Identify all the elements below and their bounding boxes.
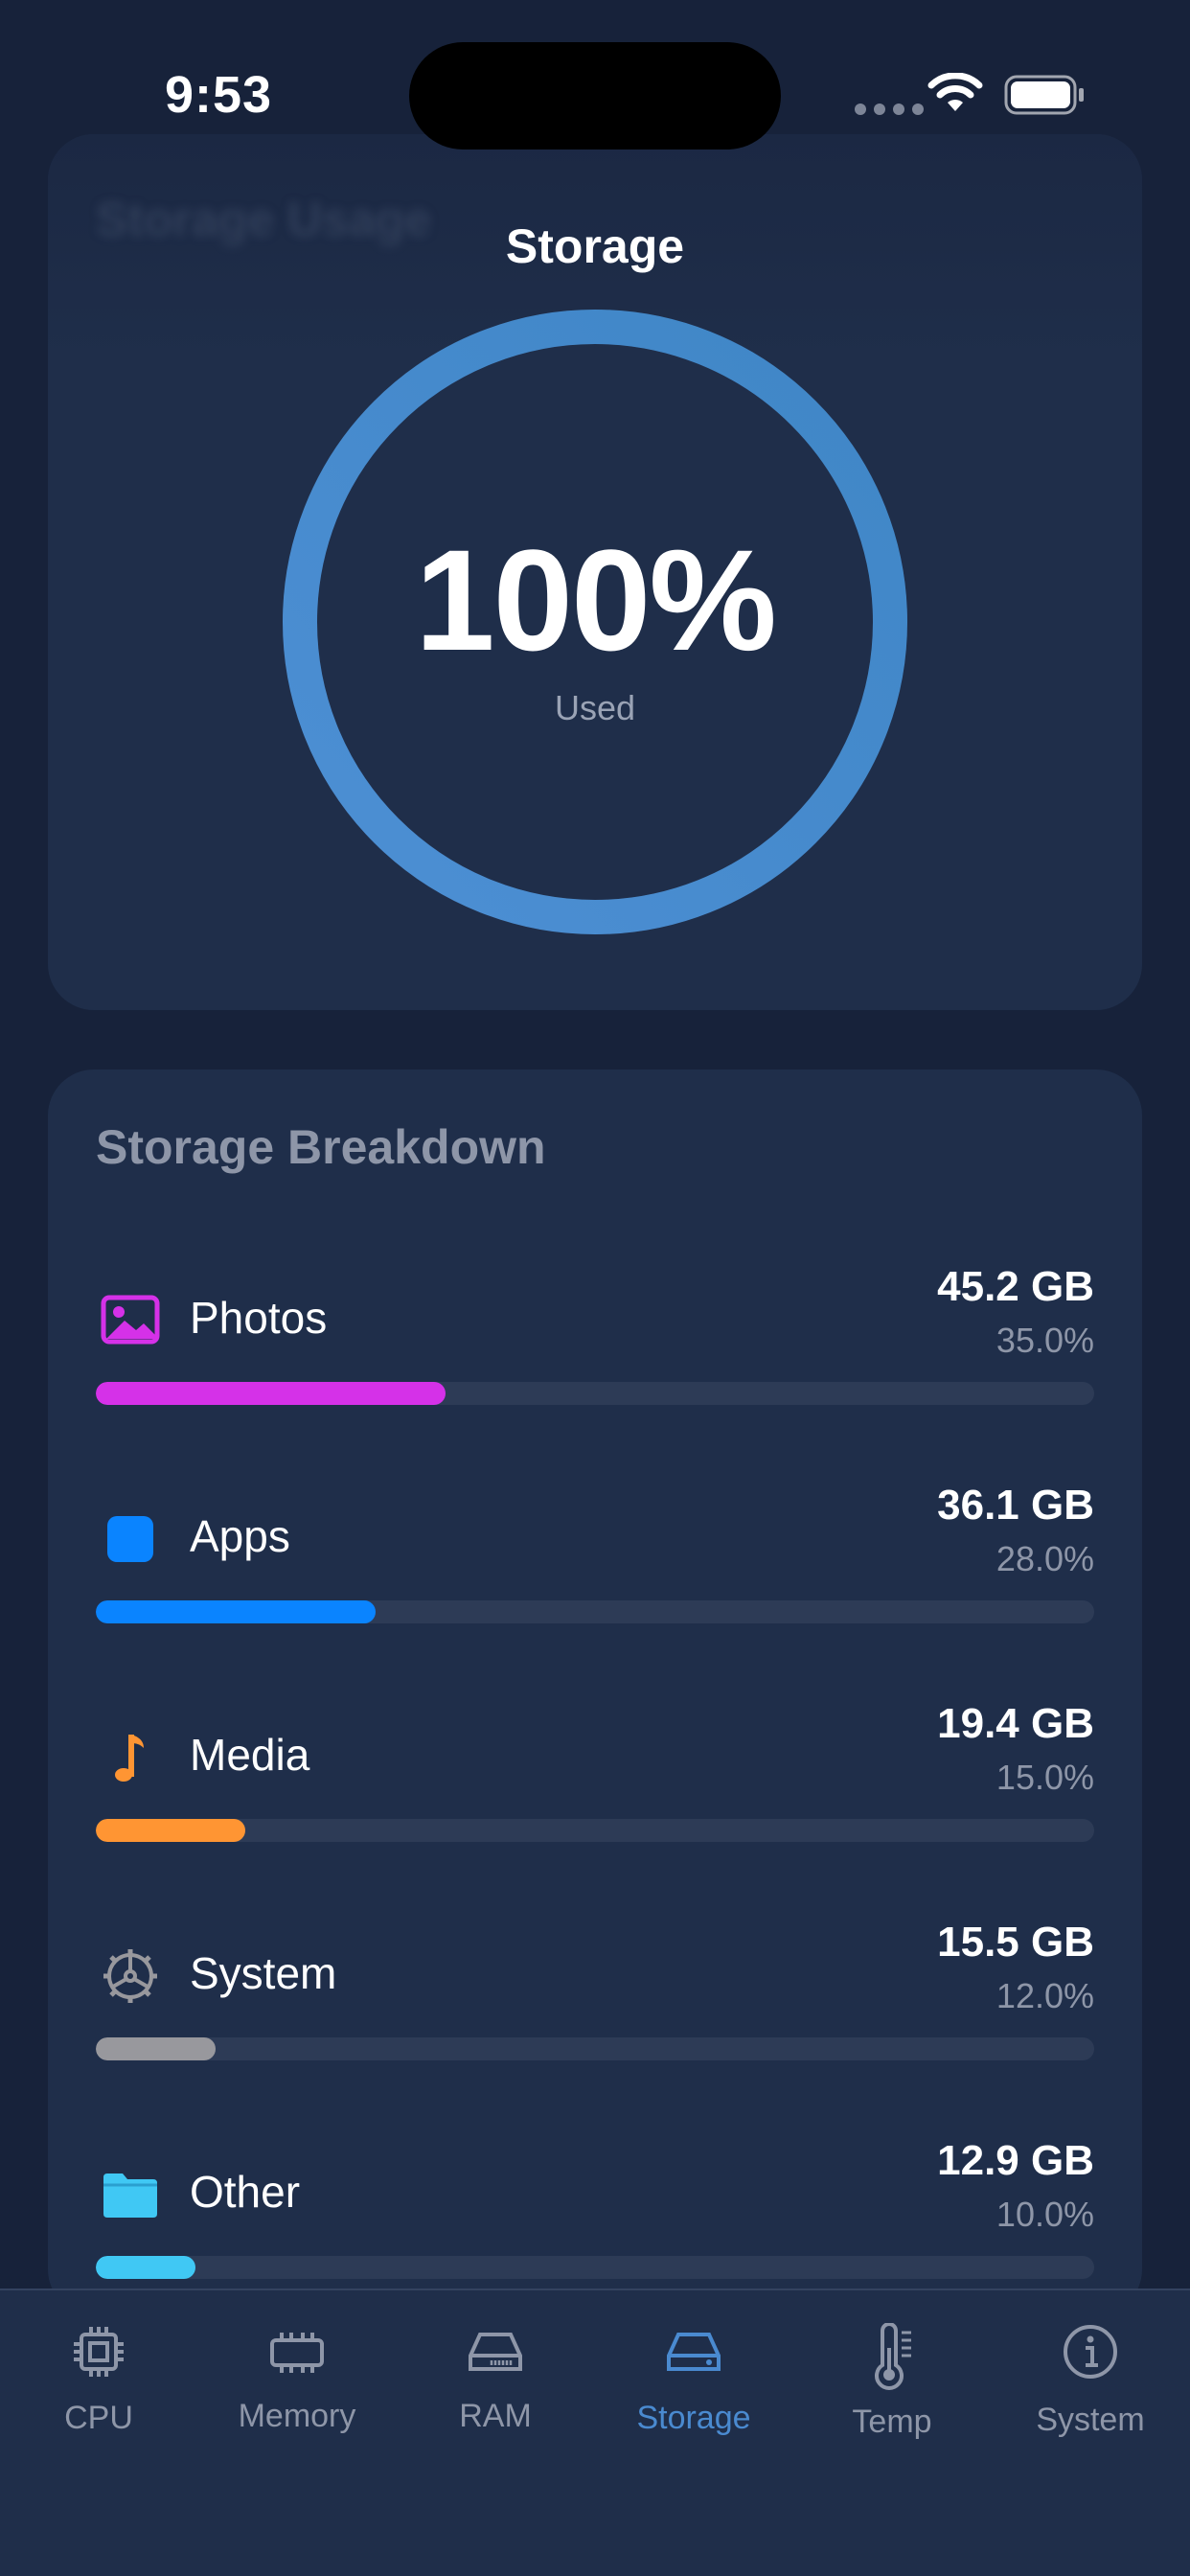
breakdown-progress-track [96, 1382, 1094, 1405]
app-square-icon [107, 1516, 153, 1562]
breakdown-progress-fill [96, 2256, 196, 2279]
wifi-icon [927, 73, 983, 111]
thermometer-icon [875, 2323, 911, 2390]
breakdown-size: 36.1 GB [937, 1482, 1094, 1529]
tab-label: Temp [852, 2404, 932, 2440]
breakdown-size: 15.5 GB [937, 1919, 1094, 1966]
page-title: Storage [505, 219, 685, 273]
tab-label: Memory [238, 2398, 356, 2434]
dynamic-island [409, 42, 781, 150]
breakdown-percent: 28.0% [995, 1539, 1094, 1578]
tab-system[interactable]: System [1014, 2323, 1167, 2476]
gear-icon [103, 1949, 157, 2003]
memory-icon [270, 2333, 324, 2373]
info-icon [1064, 2325, 1117, 2379]
breakdown-row-photos: Photos 45.2 GB 35.0% [96, 1263, 1094, 1478]
tab-label: Storage [636, 2400, 751, 2436]
breakdown-progress-fill [96, 1600, 376, 1623]
breakdown-percent: 10.0% [995, 2195, 1094, 2234]
tab-memory[interactable]: Memory [220, 2323, 374, 2476]
breakdown-progress-track [96, 2037, 1094, 2060]
tab-cpu[interactable]: CPU [22, 2323, 175, 2476]
tab-label: System [1036, 2402, 1145, 2438]
breakdown-label: Media [190, 1730, 310, 1780]
storage-breakdown-card: Storage Breakdown Photos 45.2 GB 35.0% A… [48, 1070, 1142, 2315]
battery-icon [1004, 75, 1084, 115]
usage-percent-label: Used [554, 688, 636, 727]
breakdown-progress-fill [96, 1382, 446, 1405]
tab-label: RAM [459, 2398, 532, 2434]
breakdown-row-system: System 15.5 GB 12.0% [96, 1919, 1094, 2133]
storage-drive-icon [667, 2333, 721, 2371]
breakdown-progress-track [96, 2256, 1094, 2279]
cpu-icon [74, 2327, 124, 2377]
tab-storage[interactable]: Storage [617, 2323, 770, 2476]
tab-bar: CPU Memory RAM Storage Temp System [0, 2288, 1190, 2576]
ram-icon [469, 2333, 522, 2371]
breakdown-percent: 35.0% [995, 1321, 1094, 1360]
music-note-icon [115, 1735, 144, 1782]
breakdown-label: Apps [190, 1511, 290, 1561]
breakdown-progress-track [96, 1600, 1094, 1623]
storage-breakdown-title: Storage Breakdown [96, 1120, 546, 1174]
breakdown-size: 19.4 GB [937, 1700, 1094, 1747]
status-time: 9:53 [165, 66, 273, 124]
breakdown-label: System [190, 1948, 337, 1998]
breakdown-size: 12.9 GB [937, 2137, 1094, 2184]
tab-ram[interactable]: RAM [419, 2323, 572, 2476]
tab-temp[interactable]: Temp [815, 2323, 969, 2476]
breakdown-row-apps: Apps 36.1 GB 28.0% [96, 1482, 1094, 1696]
breakdown-percent: 15.0% [995, 1758, 1094, 1797]
cellular-signal-icon [855, 104, 924, 115]
breakdown-size: 45.2 GB [937, 1263, 1094, 1310]
breakdown-label: Photos [190, 1293, 328, 1343]
breakdown-label: Other [190, 2167, 301, 2217]
photo-icon [101, 1295, 160, 1345]
status-bar: 9:53 [0, 0, 1190, 163]
breakdown-percent: 12.0% [995, 1976, 1094, 2015]
breakdown-progress-track [96, 1819, 1094, 1842]
breakdown-row-media: Media 19.4 GB 15.0% [96, 1700, 1094, 1915]
usage-percent-value: 100% [415, 519, 777, 680]
folder-icon [103, 2174, 157, 2218]
tab-label: CPU [64, 2400, 133, 2436]
breakdown-progress-fill [96, 1819, 246, 1842]
breakdown-progress-fill [96, 2037, 217, 2060]
